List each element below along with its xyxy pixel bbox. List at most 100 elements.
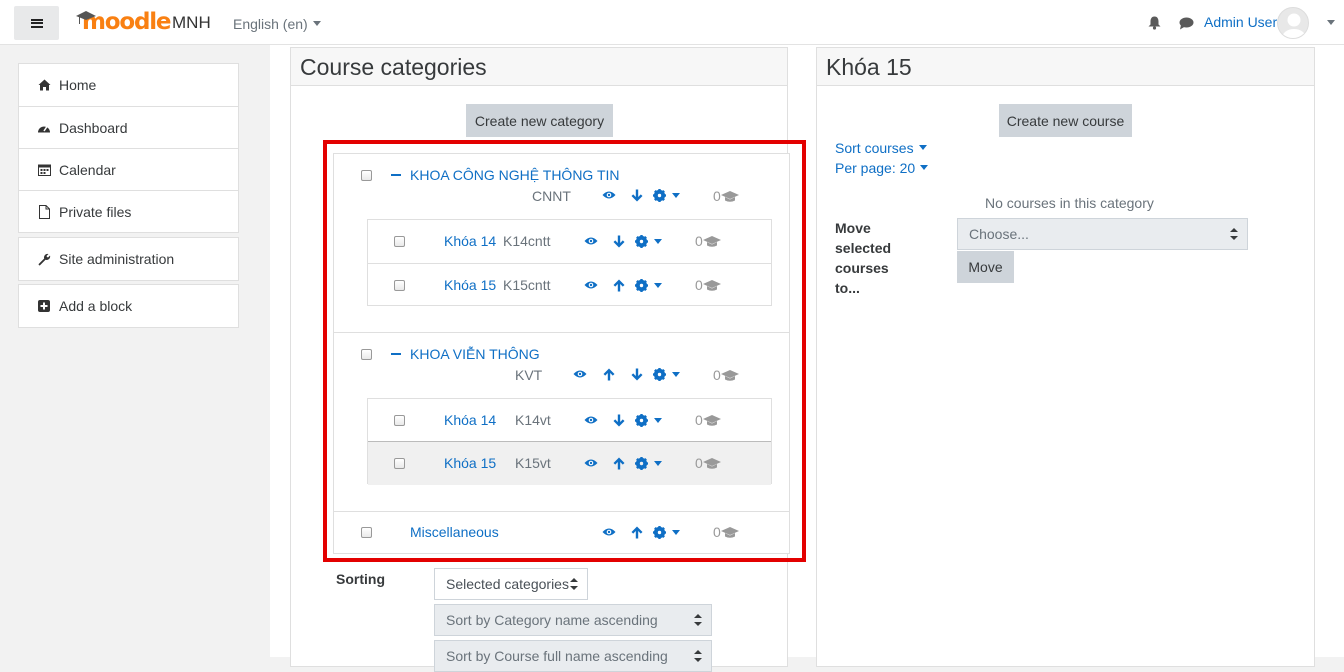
course-count: 0: [695, 233, 721, 249]
empty-state-text: No courses in this category: [985, 195, 1154, 211]
course-count: 0: [713, 188, 739, 204]
chevron-down-icon[interactable]: [672, 193, 680, 198]
chevron-down-icon[interactable]: [672, 530, 680, 535]
user-menu-name[interactable]: Admin User: [1204, 14, 1277, 30]
category-idnumber: K15cntt: [503, 277, 551, 293]
category-name[interactable]: Khóa 15: [444, 277, 496, 293]
chevron-down-icon[interactable]: [654, 461, 662, 466]
course-categories-panel: Course categories Create new category KH…: [290, 47, 806, 672]
arrow-down-icon[interactable]: [630, 367, 644, 381]
category-checkbox[interactable]: [394, 236, 405, 247]
eye-icon[interactable]: [602, 525, 616, 539]
nav-item-site-administration[interactable]: Site administration: [19, 238, 238, 280]
drawer-toggle-button[interactable]: [14, 6, 59, 40]
move-target-select[interactable]: Choose...: [957, 218, 1248, 250]
collapse-icon[interactable]: [391, 174, 401, 176]
arrow-up-icon[interactable]: [630, 525, 644, 539]
category-checkbox[interactable]: [361, 349, 372, 360]
moodle-logo[interactable]: moodle: [76, 8, 172, 36]
move-button[interactable]: Move: [957, 251, 1014, 283]
site-name[interactable]: MNH: [172, 13, 211, 33]
course-count: 0: [695, 277, 721, 293]
category-name[interactable]: KHOA CÔNG NGHỆ THÔNG TIN: [410, 167, 620, 183]
category-name[interactable]: KHOA VIỄN THÔNG: [410, 346, 540, 362]
arrow-up-icon[interactable]: [612, 278, 626, 292]
updown-icon: [694, 614, 702, 626]
eye-icon[interactable]: [602, 188, 616, 202]
add-block-button[interactable]: Add a block: [19, 285, 238, 327]
category-checkbox[interactable]: [394, 458, 405, 469]
create-category-button[interactable]: Create new category: [466, 104, 613, 137]
list-item: Khóa 14 K14cntt 0: [368, 220, 771, 263]
list-item: Khóa 15 K15cntt 0: [368, 264, 771, 307]
per-page-menu[interactable]: Per page: 20: [835, 160, 929, 176]
updown-icon: [570, 578, 578, 590]
nav-item-calendar[interactable]: Calendar: [19, 148, 238, 190]
chevron-down-icon[interactable]: [654, 418, 662, 423]
graduation-cap-icon: [720, 190, 739, 202]
gear-icon[interactable]: [634, 413, 648, 427]
arrow-down-icon[interactable]: [612, 413, 626, 427]
sort-courses-menu[interactable]: Sort courses: [835, 140, 927, 156]
category-name[interactable]: Khóa 14: [444, 412, 496, 428]
wrench-icon: [37, 252, 51, 266]
nav-item-private-files[interactable]: Private files: [19, 190, 238, 232]
nav-item-dashboard[interactable]: Dashboard: [19, 106, 238, 148]
collapse-icon[interactable]: [391, 353, 401, 355]
category-checkbox[interactable]: [394, 280, 405, 291]
sort-category-select[interactable]: Sort by Category name ascending: [434, 604, 712, 636]
chevron-down-icon: [920, 164, 929, 170]
category-checkbox[interactable]: [361, 527, 372, 538]
user-menu-chevron-icon[interactable]: [1327, 20, 1335, 25]
bell-icon[interactable]: [1148, 16, 1161, 30]
eye-icon[interactable]: [584, 456, 598, 470]
course-count: 0: [713, 367, 739, 383]
course-count-value: 0: [713, 367, 721, 383]
course-count: 0: [695, 455, 721, 471]
gear-icon[interactable]: [634, 234, 648, 248]
eye-icon[interactable]: [584, 234, 598, 248]
gear-icon[interactable]: [652, 525, 666, 539]
arrow-down-icon[interactable]: [612, 234, 626, 248]
category-name[interactable]: Miscellaneous: [410, 524, 499, 540]
arrow-up-icon[interactable]: [612, 456, 626, 470]
chevron-down-icon[interactable]: [654, 283, 662, 288]
eye-icon[interactable]: [584, 278, 598, 292]
gear-icon[interactable]: [652, 188, 666, 202]
gear-icon[interactable]: [652, 367, 666, 381]
category-checkbox[interactable]: [361, 170, 372, 181]
chat-icon[interactable]: [1179, 17, 1194, 30]
graduation-cap-icon: [76, 11, 96, 24]
language-menu[interactable]: English (en): [233, 16, 321, 32]
nav-item-home[interactable]: Home: [19, 64, 238, 106]
arrow-down-icon[interactable]: [630, 188, 644, 202]
category-name[interactable]: Khóa 14: [444, 233, 496, 249]
eye-icon[interactable]: [573, 367, 587, 381]
category-idnumber: K14cntt: [503, 233, 551, 249]
arrow-up-icon[interactable]: [602, 367, 616, 381]
avatar[interactable]: [1277, 7, 1309, 39]
category-checkbox[interactable]: [394, 415, 405, 426]
select-value: Selected categories: [446, 576, 569, 592]
create-course-button[interactable]: Create new course: [999, 104, 1132, 137]
sort-course-select[interactable]: Sort by Course full name ascending: [434, 640, 712, 672]
chevron-down-icon[interactable]: [654, 239, 662, 244]
category-name[interactable]: Khóa 15: [444, 455, 496, 471]
course-count-value: 0: [713, 188, 721, 204]
file-icon: [37, 204, 51, 219]
updown-icon: [694, 650, 702, 662]
course-count-value: 0: [695, 455, 703, 471]
gear-icon[interactable]: [634, 456, 648, 470]
eye-icon[interactable]: [584, 413, 598, 427]
nav-drawer: Home Dashboard Calendar Private files Si…: [0, 45, 257, 657]
course-count-value: 0: [695, 233, 703, 249]
chevron-down-icon: [918, 144, 927, 150]
list-item: Khóa 15 K15vt 0: [368, 442, 771, 485]
nav-main-group: Home Dashboard Calendar Private files: [18, 63, 239, 233]
chevron-down-icon[interactable]: [672, 372, 680, 377]
sort-scope-select[interactable]: Selected categories: [434, 568, 588, 600]
category-idnumber: CNNT: [532, 188, 571, 204]
sort-courses-label: Sort courses: [835, 140, 914, 156]
course-count: 0: [695, 412, 721, 428]
gear-icon[interactable]: [634, 278, 648, 292]
